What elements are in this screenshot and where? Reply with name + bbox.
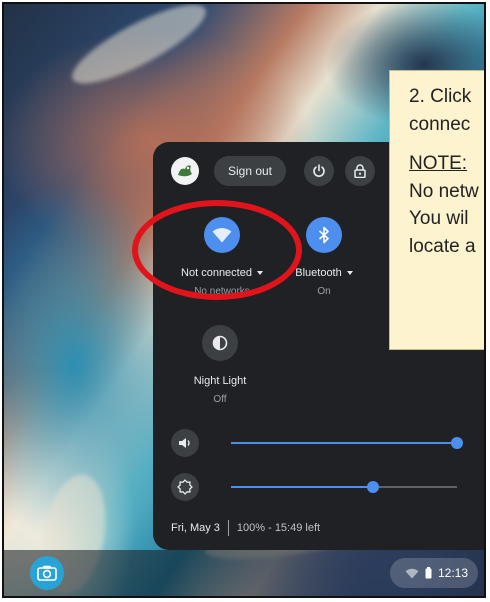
- avatar-icon: [178, 165, 192, 177]
- status-tray[interactable]: 12:13: [390, 558, 478, 588]
- volume-slider-thumb[interactable]: [451, 437, 463, 449]
- power-button[interactable]: [304, 156, 334, 186]
- lock-icon: [354, 164, 366, 178]
- note-body-line: locate a: [409, 235, 476, 257]
- night-light-icon: [212, 335, 228, 351]
- note-body-line: You wil: [409, 208, 469, 230]
- panel-footer: Fri, May 3 100% - 15:49 left: [171, 520, 320, 536]
- night-light-toggle[interactable]: [202, 325, 238, 361]
- volume-icon: [179, 438, 190, 448]
- volume-slider[interactable]: [231, 437, 463, 449]
- shelf: 12:13: [4, 550, 484, 596]
- wifi-status-icon: [405, 568, 419, 578]
- battery-status: 100% - 15:49 left: [236, 522, 321, 534]
- note-step-line: connec: [409, 113, 471, 135]
- bluetooth-label[interactable]: Bluetooth: [289, 267, 359, 279]
- power-icon: [313, 164, 325, 177]
- brightness-slider-thumb[interactable]: [367, 481, 380, 493]
- footer-divider: [227, 520, 229, 536]
- bluetooth-status: On: [317, 286, 331, 297]
- bluetooth-icon: [318, 226, 329, 244]
- brightness-icon: [177, 479, 193, 495]
- brightness-slider-fill: [231, 486, 374, 488]
- night-light-label: Night Light: [193, 375, 247, 387]
- note-step-line: 2. Click: [409, 86, 472, 107]
- instruction-note: 2. Click connec NOTE: No netw You wil lo…: [389, 70, 484, 350]
- network-label[interactable]: Not connected: [173, 267, 271, 279]
- brightness-button: [171, 473, 199, 501]
- user-avatar[interactable]: [171, 157, 199, 185]
- lock-button[interactable]: [345, 156, 375, 186]
- volume-mute-button[interactable]: [171, 429, 199, 457]
- brightness-slider[interactable]: [231, 481, 457, 493]
- camera-app-button[interactable]: [30, 556, 64, 590]
- note-body-line: No netw: [409, 180, 479, 202]
- chevron-down-icon: [346, 271, 353, 276]
- network-status: No networks: [194, 286, 250, 297]
- note-heading: NOTE:: [409, 153, 468, 175]
- sign-out-button[interactable]: Sign out: [214, 156, 286, 186]
- bluetooth-toggle[interactable]: [306, 217, 342, 253]
- date-label[interactable]: Fri, May 3: [171, 522, 220, 534]
- camera-icon: [37, 565, 57, 581]
- night-light-status: Off: [213, 394, 227, 405]
- network-toggle[interactable]: [204, 217, 240, 253]
- volume-slider-fill: [231, 442, 457, 444]
- wifi-icon: [212, 228, 232, 243]
- chevron-down-icon: [256, 271, 263, 276]
- battery-icon: [425, 567, 432, 579]
- screenshot-frame: 12:13 Sign out Not connected No networks…: [2, 2, 486, 598]
- shelf-clock: 12:13: [437, 566, 468, 580]
